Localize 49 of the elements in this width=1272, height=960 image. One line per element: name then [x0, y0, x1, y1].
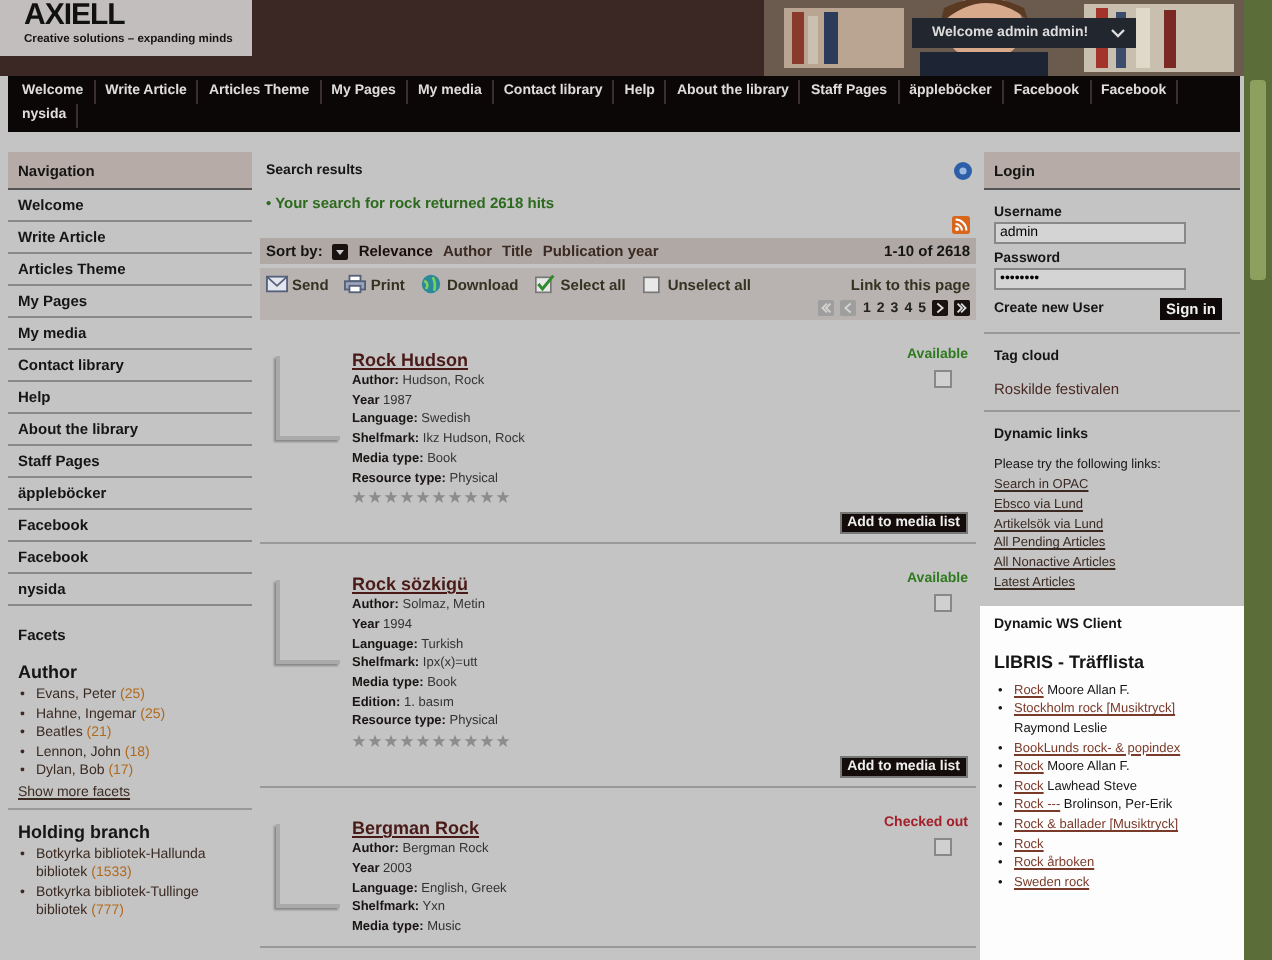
list-heading: LIBRIS - Träfflista — [994, 651, 1147, 672]
first-page-icon[interactable] — [818, 300, 835, 316]
cover-placeholder — [276, 580, 340, 665]
star-icon[interactable] — [352, 490, 366, 505]
star-icon[interactable] — [496, 734, 510, 749]
star-icon[interactable] — [416, 490, 430, 505]
star-icon[interactable] — [480, 490, 494, 505]
star-icon[interactable] — [432, 490, 446, 505]
star-icon[interactable] — [416, 734, 430, 749]
star-icon[interactable] — [432, 734, 446, 749]
select-checkbox[interactable] — [934, 370, 952, 388]
caret-icon — [1110, 27, 1126, 39]
star-icon[interactable] — [400, 490, 414, 505]
record-title[interactable]: Rock Hudson — [352, 348, 469, 372]
scrollbar-thumb[interactable] — [1250, 80, 1266, 280]
select-checkbox[interactable] — [934, 838, 952, 857]
scrollbar[interactable] — [1244, 0, 1272, 960]
star-icon[interactable] — [448, 490, 462, 505]
facet-heading: Holding branch — [16, 819, 152, 845]
star-icon[interactable] — [464, 490, 478, 505]
record-title[interactable]: Rock sözkigü — [352, 572, 469, 597]
star-icon[interactable] — [368, 490, 382, 505]
star-rating[interactable] — [352, 734, 510, 749]
printer-icon — [344, 274, 367, 294]
facet-heading: Author — [16, 660, 79, 686]
star-rating[interactable] — [352, 490, 510, 505]
star-icon[interactable] — [384, 490, 398, 505]
checkbox-icon — [641, 274, 664, 294]
next-page-icon[interactable] — [932, 300, 948, 316]
globe-icon — [420, 274, 443, 294]
star-icon[interactable] — [384, 734, 398, 749]
last-page-icon[interactable] — [954, 300, 970, 316]
select-checkbox[interactable] — [934, 594, 952, 613]
logo-text: AXIELL — [24, 0, 127, 32]
previous-page-icon[interactable] — [840, 300, 857, 316]
star-icon[interactable] — [480, 734, 494, 749]
help-icon[interactable] — [954, 162, 972, 180]
star-icon[interactable] — [496, 490, 510, 505]
star-icon[interactable] — [368, 734, 382, 749]
star-icon[interactable] — [448, 734, 462, 749]
rss-icon[interactable] — [952, 216, 970, 234]
cover-placeholder — [276, 824, 340, 909]
envelope-icon — [266, 274, 288, 294]
record-title[interactable]: Bergman Rock — [352, 816, 480, 841]
star-icon[interactable] — [400, 734, 414, 749]
star-icon[interactable] — [464, 734, 478, 749]
star-icon[interactable] — [352, 734, 366, 749]
cover-placeholder — [276, 356, 340, 440]
checkbox-icon — [534, 274, 557, 294]
